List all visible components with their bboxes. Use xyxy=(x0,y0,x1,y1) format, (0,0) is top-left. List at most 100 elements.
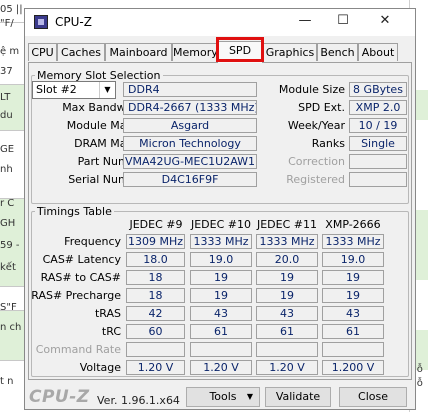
cpuz-window: CPU-Z — ☐ ✕ CPU Caches Mainboard Memory … xyxy=(24,8,416,410)
tab-mainboard[interactable]: Mainboard xyxy=(105,43,172,61)
serial-number-field: D4C16F9F xyxy=(123,172,257,187)
bg-text: GE xyxy=(0,144,15,155)
timing-value-field: 19 xyxy=(322,288,384,303)
timing-value-field: 42 xyxy=(126,306,185,321)
timing-value-field: 1.20 V xyxy=(256,360,318,375)
timing-value-field xyxy=(322,342,384,357)
timing-value-field xyxy=(190,342,252,357)
part-number-field: VMA42UG-MEC1U2AW1 xyxy=(123,154,257,169)
module-size-field: 8 GBytes xyxy=(349,82,407,97)
timing-value-field: 1333 MHz xyxy=(256,234,318,249)
timing-value-field: 18 xyxy=(126,270,185,285)
bg-text: S"F xyxy=(0,302,17,313)
cpuz-logo: CPU-Z xyxy=(29,387,90,407)
timings-column-header: XMP-2666 xyxy=(325,218,381,231)
tab-about[interactable]: About xyxy=(358,43,398,61)
timing-value-field: 19 xyxy=(190,288,252,303)
window-title: CPU-Z xyxy=(55,15,92,29)
slot-select-value: Slot #2 xyxy=(36,83,77,96)
title-bar[interactable]: CPU-Z — ☐ ✕ xyxy=(25,9,415,36)
timings-column-header: JEDEC #9 xyxy=(129,218,183,231)
timing-row-label: tRAS xyxy=(94,307,121,320)
timing-value-field: 1333 MHz xyxy=(190,234,252,249)
tools-button-label: Tools xyxy=(209,390,237,403)
timing-value-field: 18.0 xyxy=(126,252,185,267)
dram-manuf-field: Micron Technology xyxy=(123,136,257,151)
module-size-label: Module Size xyxy=(278,83,345,96)
bg-text: 05 || xyxy=(0,4,23,15)
spd-tab-highlight xyxy=(216,37,264,62)
timing-value-field xyxy=(256,342,318,357)
slot-select[interactable]: Slot #2 ▼ xyxy=(32,81,116,99)
timing-value-field: 18 xyxy=(126,288,185,303)
week-year-label: Week/Year xyxy=(287,119,345,132)
chevron-down-icon[interactable]: ▼ xyxy=(99,82,115,98)
timing-value-field: 43 xyxy=(256,306,318,321)
ranks-field: Single xyxy=(349,136,407,151)
registered-label: Registered xyxy=(286,173,345,186)
week-year-field: 10 / 19 xyxy=(349,118,407,133)
timing-value-field: 1.20 V xyxy=(126,360,185,375)
timing-value-field: 60 xyxy=(126,324,185,339)
spd-ext-field: XMP 2.0 xyxy=(349,100,407,115)
bg-text: "F/ xyxy=(0,18,14,29)
bg-text: LT xyxy=(0,92,11,103)
bg-text: ệ m xyxy=(0,46,20,57)
tab-memory[interactable]: Memory xyxy=(172,43,218,61)
version-label: Ver. 1.96.1.x64 xyxy=(97,394,180,407)
timing-value-field: 43 xyxy=(322,306,384,321)
validate-button[interactable]: Validate xyxy=(265,387,331,407)
timing-value-field: 19.0 xyxy=(322,252,384,267)
timing-value-field: 61 xyxy=(322,324,384,339)
bg-text: nh xyxy=(0,164,13,175)
bg-text: du xyxy=(0,110,13,121)
timing-value-field: 19 xyxy=(256,288,318,303)
timing-value-field: 19 xyxy=(322,270,384,285)
bg-text: 37 xyxy=(0,66,13,77)
timing-row-label: CAS# Latency xyxy=(42,253,121,266)
bg-text: r C xyxy=(0,198,15,209)
timing-value-field: 19 xyxy=(256,270,318,285)
timing-row-label: Frequency xyxy=(64,235,121,248)
tab-caches[interactable]: Caches xyxy=(57,43,105,61)
tab-graphics[interactable]: Graphics xyxy=(263,43,317,61)
timing-value-field: 20.0 xyxy=(256,252,318,267)
chevron-down-icon: ▼ xyxy=(246,392,253,401)
correction-label: Correction xyxy=(288,155,345,168)
timing-value-field: 1.200 V xyxy=(322,360,384,375)
correction-field xyxy=(349,154,407,169)
timing-value-field: 61 xyxy=(190,324,252,339)
timings-column-header: JEDEC #11 xyxy=(256,218,317,231)
max-bandwidth-field: DDR4-2667 (1333 MHz) xyxy=(123,100,257,115)
timing-value-field: 1333 MHz xyxy=(322,234,384,249)
registered-field xyxy=(349,172,407,187)
timing-value-field: 1.20 V xyxy=(190,360,252,375)
tools-button[interactable]: Tools ▼ xyxy=(186,387,260,407)
minimize-button[interactable]: — xyxy=(291,13,319,28)
close-button[interactable]: Close xyxy=(339,387,407,407)
timings-column-header: JEDEC #10 xyxy=(190,218,251,231)
timing-row-label: RAS# Precharge xyxy=(31,289,121,302)
spd-ext-label: SPD Ext. xyxy=(298,101,345,114)
memory-type-field: DDR4 xyxy=(123,82,257,97)
tab-bench[interactable]: Bench xyxy=(317,43,358,61)
ranks-label: Ranks xyxy=(311,137,345,150)
close-window-button[interactable]: ✕ xyxy=(371,13,399,28)
timing-value-field: 61 xyxy=(256,324,318,339)
timing-row-label: tRC xyxy=(101,325,121,338)
timing-row-label: Voltage xyxy=(79,361,121,374)
cpuz-app-icon xyxy=(34,15,48,29)
bg-text: GH xyxy=(0,218,16,229)
bg-text: 59 - xyxy=(0,240,20,251)
timing-value-field: 19 xyxy=(190,270,252,285)
spd-panel: Memory Slot Selection Slot #2 ▼ DDR4 Max… xyxy=(28,62,412,380)
tab-cpu[interactable]: CPU xyxy=(28,43,57,61)
timing-row-label: RAS# to CAS# xyxy=(40,271,121,284)
bg-text: n ch xyxy=(0,322,22,333)
timing-row-label: Command Rate xyxy=(35,343,121,356)
maximize-button[interactable]: ☐ xyxy=(329,13,357,28)
timing-value-field xyxy=(126,342,185,357)
timing-value-field: 19.0 xyxy=(190,252,252,267)
timing-value-field: 43 xyxy=(190,306,252,321)
bg-text: t n xyxy=(0,376,14,387)
